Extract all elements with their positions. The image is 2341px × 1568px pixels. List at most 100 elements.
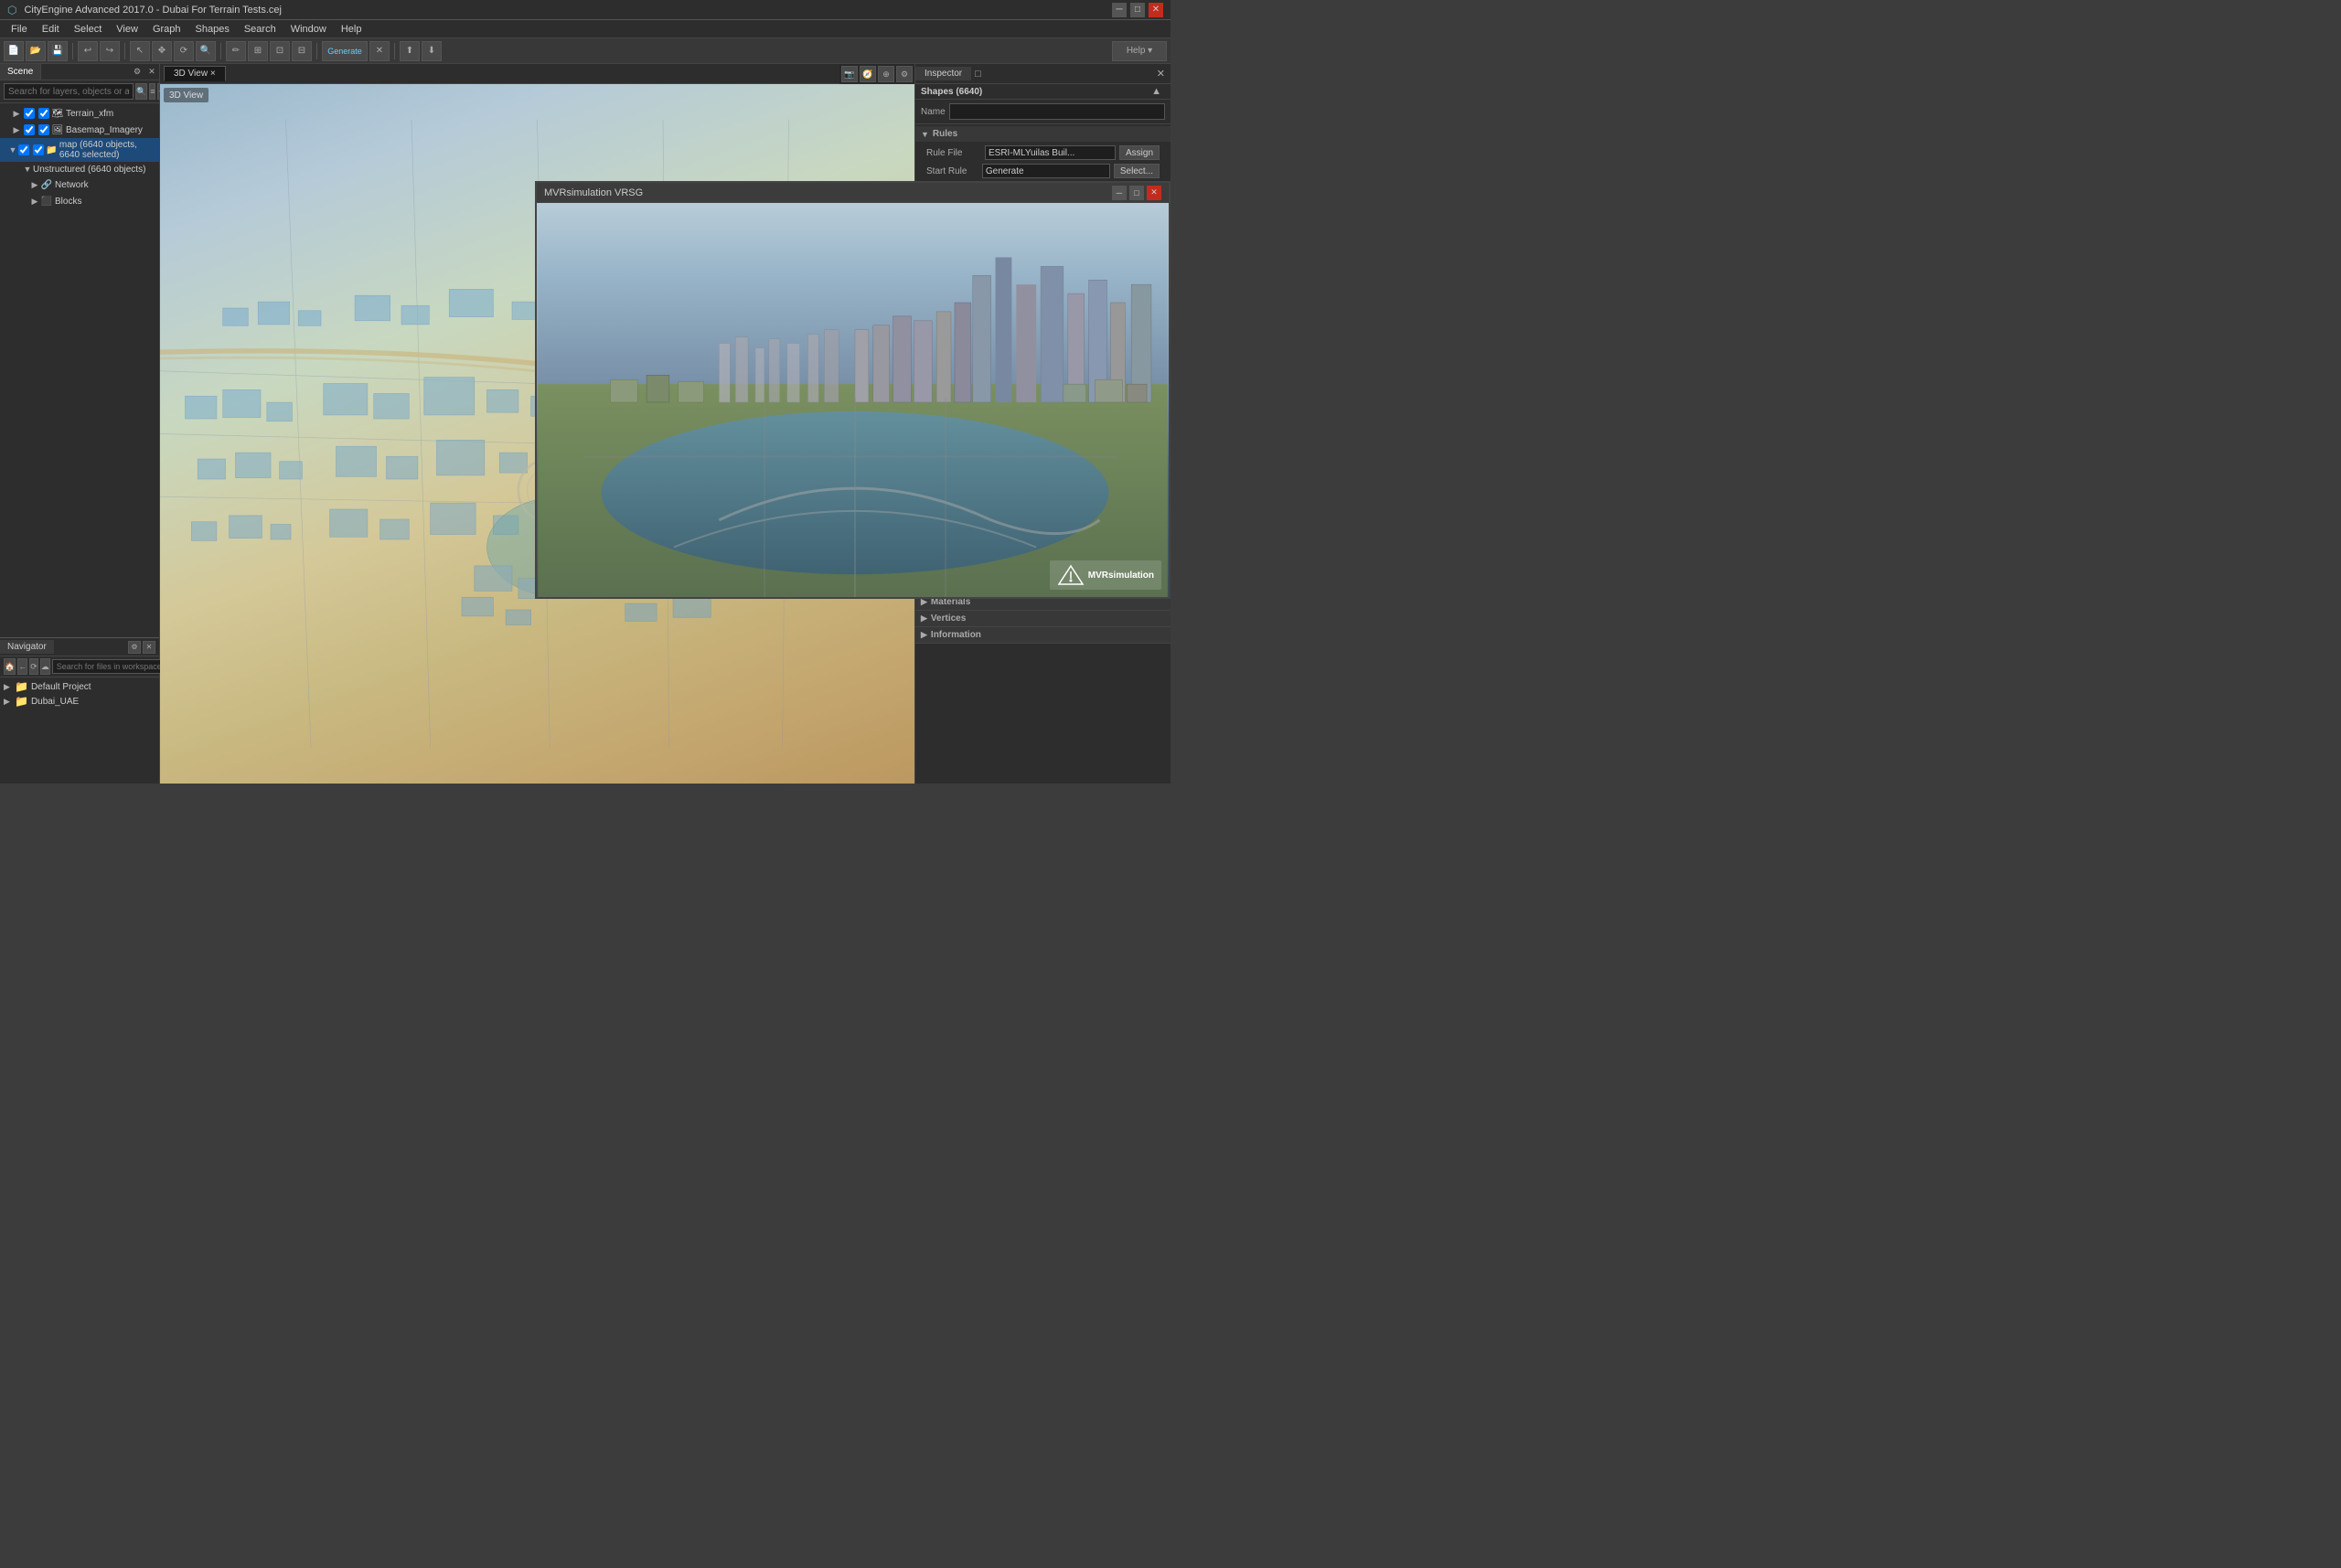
menu-graph[interactable]: Graph [145, 22, 188, 37]
menu-file[interactable]: File [4, 22, 35, 37]
vp-zoom-btn[interactable]: ⊕ [878, 66, 894, 82]
terrain-vis-checkbox[interactable] [38, 108, 49, 119]
tree-item-blocks[interactable]: ▶ ⬛ Blocks [0, 193, 159, 209]
export-button[interactable]: ⬆ [400, 41, 420, 61]
menu-select[interactable]: Select [67, 22, 110, 37]
nav-back-btn[interactable]: ← [17, 658, 27, 675]
vrsg-logo: MVRsimulation [1050, 560, 1161, 590]
pan-tool[interactable]: ✥ [152, 41, 172, 61]
inspector-tab[interactable]: Inspector [915, 67, 971, 80]
shapes-expand-btn[interactable]: ▲ [1148, 86, 1165, 97]
maximize-button[interactable]: □ [1130, 3, 1145, 17]
scene-panel-tabs: Scene ⚙ ✕ [0, 64, 159, 80]
navigator-tab[interactable]: Navigator [0, 640, 54, 654]
information-header[interactable]: ▶ Information [915, 627, 1170, 643]
nav-cloud-btn[interactable]: ☁ [40, 658, 50, 675]
nav-item-default[interactable]: ▶ 📁 Default Project [0, 679, 159, 694]
save-button[interactable]: 💾 [48, 41, 68, 61]
menu-view[interactable]: View [109, 22, 145, 37]
nav-settings-btn[interactable]: ⚙ [128, 641, 141, 654]
basemap-vis-checkbox[interactable] [38, 124, 49, 135]
offset-button[interactable]: ⊡ [270, 41, 290, 61]
tree-item-map[interactable]: ▼ 📁 map (6640 objects, 6640 selected) [0, 138, 159, 162]
generate-button[interactable]: Generate [322, 41, 368, 61]
scene-search-input[interactable] [4, 83, 134, 100]
tree-expand-basemap[interactable]: ▶ [11, 124, 22, 135]
rule-assign-btn[interactable]: Assign [1119, 145, 1160, 160]
menu-window[interactable]: Window [283, 22, 334, 37]
scene-filter-btn[interactable]: ≡ [149, 83, 155, 100]
split-button[interactable]: ⊞ [248, 41, 268, 61]
navigator-tree: ▶ 📁 Default Project ▶ 📁 Dubai_UAE [0, 677, 159, 784]
new-button[interactable]: 📄 [4, 41, 24, 61]
undo-button[interactable]: ↩ [78, 41, 98, 61]
select-tool[interactable]: ↖ [130, 41, 150, 61]
vrsg-title-text: MVRsimulation VRSG [544, 187, 1112, 198]
app-window: ⬡ CityEngine Advanced 2017.0 - Dubai For… [0, 0, 1170, 784]
navigator-search-input[interactable] [52, 659, 168, 674]
redo-button[interactable]: ↪ [100, 41, 120, 61]
vrsg-maximize-btn[interactable]: □ [1129, 186, 1144, 200]
scene-search-button[interactable]: 🔍 [135, 83, 147, 100]
terrain-checkbox[interactable] [24, 108, 35, 119]
title-bar: ⬡ CityEngine Advanced 2017.0 - Dubai For… [0, 0, 1170, 20]
menu-bar: File Edit Select View Graph Shapes Searc… [0, 20, 1170, 38]
orbit-tool[interactable]: ⟳ [174, 41, 194, 61]
start-rule-label: Start Rule [926, 166, 978, 176]
map-checkbox[interactable] [18, 144, 29, 155]
import-button[interactable]: ⬇ [422, 41, 442, 61]
scene-tree: ▶ 🗺 Terrain_xfm ▶ 🖼 Basemap_Imagery [0, 103, 159, 637]
tree-expand-network[interactable]: ▶ [29, 179, 40, 190]
vp-nav-btn[interactable]: 🧭 [860, 66, 876, 82]
draw-button[interactable]: ✏ [226, 41, 246, 61]
start-rule-select-btn[interactable]: Select... [1114, 164, 1160, 178]
viewport-tab-3d[interactable]: 3D View × [164, 66, 226, 81]
menu-shapes[interactable]: Shapes [188, 22, 237, 37]
nav-home-btn[interactable]: 🏠 [4, 658, 16, 675]
inspector-expand-btn[interactable]: □ [971, 69, 985, 80]
scene-close-btn[interactable]: ✕ [144, 64, 159, 79]
tree-item-terrain[interactable]: ▶ 🗺 Terrain_xfm [0, 105, 159, 122]
vrsg-content[interactable]: MVRsimulation [537, 203, 1169, 597]
nav-refresh-btn[interactable]: ⟳ [29, 658, 38, 675]
menu-search[interactable]: Search [237, 22, 283, 37]
vrsg-3d-view[interactable]: MVRsimulation [537, 203, 1169, 597]
vertices-section: ▶ Vertices [915, 611, 1170, 627]
vp-settings-btn[interactable]: ⚙ [896, 66, 913, 82]
rules-section-header[interactable]: ▼ Rules [915, 126, 1170, 142]
tree-item-network[interactable]: ▶ 🔗 Network [0, 176, 159, 193]
name-row: Name [915, 100, 1170, 124]
vrsg-minimize-btn[interactable]: ─ [1112, 186, 1127, 200]
menu-help[interactable]: Help [334, 22, 369, 37]
toolbar-sep3 [220, 43, 221, 59]
open-button[interactable]: 📂 [26, 41, 46, 61]
tree-expand-terrain[interactable]: ▶ [11, 108, 22, 119]
align-button[interactable]: ⊟ [292, 41, 312, 61]
map-vis-checkbox[interactable] [33, 144, 44, 155]
vrsg-logo-text: MVRsimulation [1088, 571, 1154, 581]
close-button[interactable]: ✕ [1149, 3, 1163, 17]
tree-item-unstructured[interactable]: ▼ Unstructured (6640 objects) [0, 162, 159, 176]
tree-expand-unstructured[interactable]: ▼ [22, 164, 33, 175]
help-btn[interactable]: Help ▾ [1112, 41, 1167, 61]
name-input[interactable] [949, 103, 1165, 120]
scene-settings-btn[interactable]: ⚙ [130, 64, 144, 79]
tree-expand-blocks[interactable]: ▶ [29, 196, 40, 207]
menu-edit[interactable]: Edit [35, 22, 67, 37]
zoom-tool[interactable]: 🔍 [196, 41, 216, 61]
start-rule-input[interactable] [982, 164, 1110, 178]
inspector-close-btn[interactable]: ✕ [1151, 68, 1170, 80]
tree-item-basemap[interactable]: ▶ 🖼 Basemap_Imagery [0, 122, 159, 138]
nav-item-dubai[interactable]: ▶ 📁 Dubai_UAE [0, 694, 159, 709]
delete-button[interactable]: ✕ [369, 41, 390, 61]
tree-expand-map[interactable]: ▼ [8, 144, 16, 155]
rule-file-input[interactable] [985, 145, 1116, 160]
rules-section-body: Rule File Assign Start Rule Select... [915, 142, 1170, 182]
tab-scene[interactable]: Scene [0, 64, 41, 80]
vp-camera-btn[interactable]: 📷 [841, 66, 858, 82]
vertices-header[interactable]: ▶ Vertices [915, 611, 1170, 626]
nav-close-btn[interactable]: ✕ [143, 641, 155, 654]
minimize-button[interactable]: ─ [1112, 3, 1127, 17]
basemap-checkbox[interactable] [24, 124, 35, 135]
vrsg-close-btn[interactable]: ✕ [1147, 186, 1161, 200]
